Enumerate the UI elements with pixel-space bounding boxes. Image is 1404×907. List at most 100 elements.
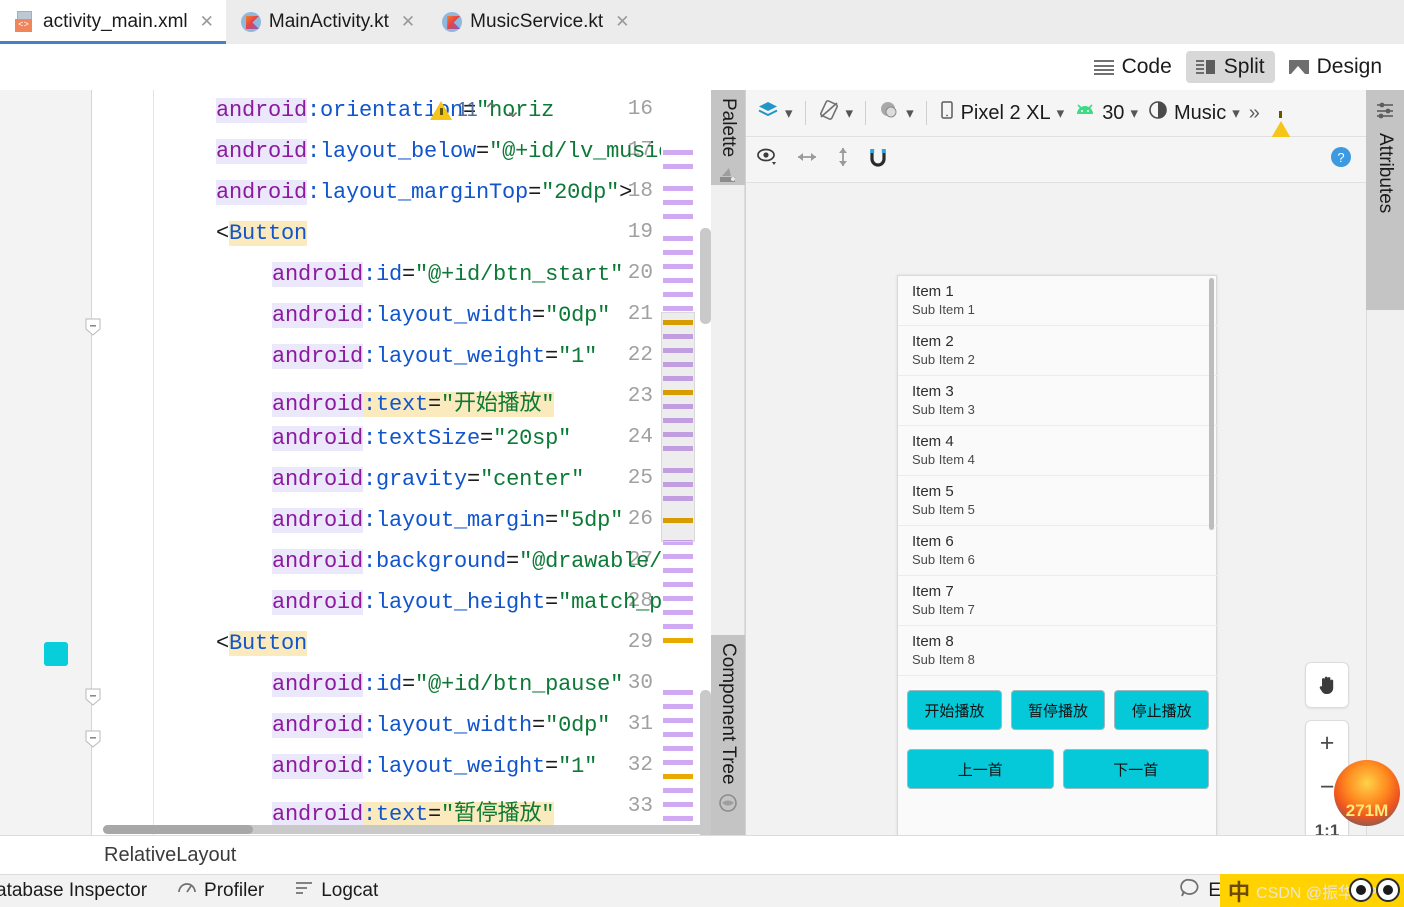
error-stripe-mark[interactable]	[663, 596, 693, 601]
horizontal-arrows-icon[interactable]	[794, 148, 820, 171]
fold-marker-29[interactable]	[85, 730, 101, 748]
code-line[interactable]: android:id="@+id/btn_pause"	[272, 672, 623, 697]
color-preview-swatch[interactable]	[44, 642, 68, 666]
error-stripe-mark[interactable]	[663, 236, 693, 241]
preview-button[interactable]: 下一首	[1062, 749, 1209, 789]
close-icon[interactable]: ✕	[615, 12, 629, 32]
error-stripe-mark[interactable]	[663, 306, 693, 311]
error-stripe-mark[interactable]	[663, 732, 693, 737]
editor-horizontal-scrollbar[interactable]	[103, 825, 253, 834]
magnet-icon[interactable]	[866, 145, 890, 174]
code-line[interactable]: android:text="暂停播放"	[272, 795, 554, 827]
code-line[interactable]: android:text="开始播放"	[272, 385, 554, 417]
list-item[interactable]: Item 8 Sub Item 8	[898, 626, 1218, 676]
error-stripe-mark[interactable]	[663, 718, 693, 723]
code-editor[interactable]: 16 17 18 19 20 21 22 23 24 25 26 27 28 29 30 31 32 33 and…	[0, 90, 711, 835]
tool-tab-component-tree[interactable]: Component Tree	[711, 635, 745, 835]
list-view-preview[interactable]: Item 1 Sub Item 1 Item 2 Sub Item 2 Item 3 Su…	[898, 276, 1218, 676]
design-surface[interactable]: Item 1 Sub Item 1 Item 2 Sub Item 2 Item 3 Su…	[746, 183, 1367, 835]
theme-button[interactable]: ▾	[873, 97, 919, 129]
api-level-selector[interactable]: 30 ▾	[1069, 99, 1143, 128]
ime-indicator[interactable]: 中 CSDN @振华OPPO	[1220, 874, 1404, 907]
status-profiler[interactable]: Profiler	[177, 879, 264, 903]
error-stripe-mark[interactable]	[663, 788, 693, 793]
fold-marker-19[interactable]	[85, 318, 101, 336]
editor-fold-column[interactable]	[92, 90, 154, 835]
inspection-warning-chip[interactable]: 11 ⌃ ⌄	[430, 98, 521, 123]
list-item[interactable]: Item 5 Sub Item 5	[898, 476, 1218, 526]
mode-button-design[interactable]: Design	[1279, 51, 1392, 83]
orientation-button[interactable]: ▾	[813, 97, 859, 129]
error-stripe-mark[interactable]	[663, 816, 693, 821]
error-stripe-mark[interactable]	[663, 200, 693, 205]
mode-button-split[interactable]: Split	[1185, 51, 1275, 83]
list-item[interactable]: Item 7 Sub Item 7	[898, 576, 1218, 626]
list-item[interactable]: Item 3 Sub Item 3	[898, 376, 1218, 426]
fold-marker-28[interactable]	[85, 688, 101, 706]
preview-button[interactable]: 开始播放	[907, 690, 1002, 730]
error-stripe-mark[interactable]	[663, 802, 693, 807]
close-icon[interactable]: ✕	[200, 12, 214, 32]
preview-button[interactable]: 停止播放	[1114, 690, 1210, 730]
breadcrumb[interactable]: RelativeLayout	[0, 835, 1404, 874]
error-stripe-mark[interactable]	[663, 638, 693, 643]
code-line[interactable]: android:background="@drawable/b	[272, 549, 675, 574]
memory-indicator[interactable]: 271M	[1334, 760, 1400, 826]
list-item[interactable]: Item 6 Sub Item 6	[898, 526, 1218, 576]
code-line[interactable]: android:layout_margin="5dp"	[272, 508, 623, 533]
error-stripe-mark[interactable]	[663, 624, 693, 629]
code-line[interactable]: android:textSize="20sp"	[272, 426, 571, 451]
error-stripe-mark[interactable]	[663, 746, 693, 751]
error-stripe-mark[interactable]	[663, 214, 693, 219]
code-line[interactable]: android:gravity="center"	[272, 467, 584, 492]
mode-button-code[interactable]: Code	[1084, 51, 1182, 83]
chevron-up-icon[interactable]: ⌃	[483, 98, 500, 123]
eye-icon[interactable]	[756, 146, 780, 173]
error-stripe-mark[interactable]	[663, 186, 693, 191]
status-logcat[interactable]: Logcat	[294, 880, 378, 902]
error-stripe-mark[interactable]	[663, 264, 693, 269]
chevron-down-icon[interactable]: ⌄	[505, 98, 522, 123]
editor-gutter[interactable]	[0, 90, 92, 835]
editor-vertical-scrollbar[interactable]	[700, 228, 711, 324]
preview-button[interactable]: 上一首	[907, 749, 1054, 789]
error-stripe-mark[interactable]	[663, 278, 693, 283]
list-item[interactable]: Item 1 Sub Item 1	[898, 276, 1218, 326]
device-selector[interactable]: Pixel 2 XL ▾	[934, 97, 1070, 129]
code-line[interactable]: <Button	[216, 221, 307, 246]
zoom-in-button[interactable]: +	[1305, 721, 1349, 765]
help-icon[interactable]: ?	[1329, 145, 1353, 174]
editor-vertical-scrollbar-2[interactable]	[700, 690, 711, 835]
code-line[interactable]: android:layout_weight="1"	[272, 754, 597, 779]
error-stripe-mark[interactable]	[663, 250, 693, 255]
error-stripe-mark[interactable]	[663, 292, 693, 297]
code-line[interactable]: <Button	[216, 631, 307, 656]
pan-tool-button[interactable]	[1305, 663, 1349, 707]
error-stripe-mark[interactable]	[663, 568, 693, 573]
editor-tab-activity-main-xml[interactable]: <> activity_main.xml ✕	[0, 0, 226, 44]
error-stripe-mark[interactable]	[663, 164, 693, 169]
tool-tab-attributes[interactable]: Attributes	[1366, 90, 1404, 310]
minimap-viewport[interactable]	[661, 312, 695, 542]
listview-scrollbar[interactable]	[1209, 278, 1214, 530]
error-stripe-mark[interactable]	[663, 760, 693, 765]
code-line[interactable]: android:layout_below="@+id/lv_music"	[216, 139, 684, 164]
tool-tab-palette[interactable]: Palette	[711, 90, 745, 185]
theme-selector[interactable]: Music ▾	[1143, 97, 1245, 129]
error-stripe-mark[interactable]	[663, 150, 693, 155]
design-warning-icon[interactable]	[1269, 104, 1292, 140]
error-stripe-mark[interactable]	[663, 554, 693, 559]
code-line[interactable]: android:id="@+id/btn_start"	[272, 262, 623, 287]
code-line[interactable]: android:layout_width="0dp"	[272, 303, 610, 328]
list-item[interactable]: Item 4 Sub Item 4	[898, 426, 1218, 476]
preview-button[interactable]: 暂停播放	[1010, 690, 1106, 730]
list-item[interactable]: Item 2 Sub Item 2	[898, 326, 1218, 376]
code-line[interactable]: android:layout_width="0dp"	[272, 713, 610, 738]
code-line[interactable]: android:layout_height="match_pa	[272, 590, 675, 615]
error-stripe-mark[interactable]	[663, 704, 693, 709]
editor-error-stripe[interactable]	[661, 90, 699, 835]
code-line[interactable]: android:layout_marginTop="20dp">	[216, 180, 632, 205]
error-stripe-mark[interactable]	[663, 610, 693, 615]
error-stripe-mark[interactable]	[663, 690, 693, 695]
design-surface-button[interactable]: ▾	[752, 97, 798, 129]
